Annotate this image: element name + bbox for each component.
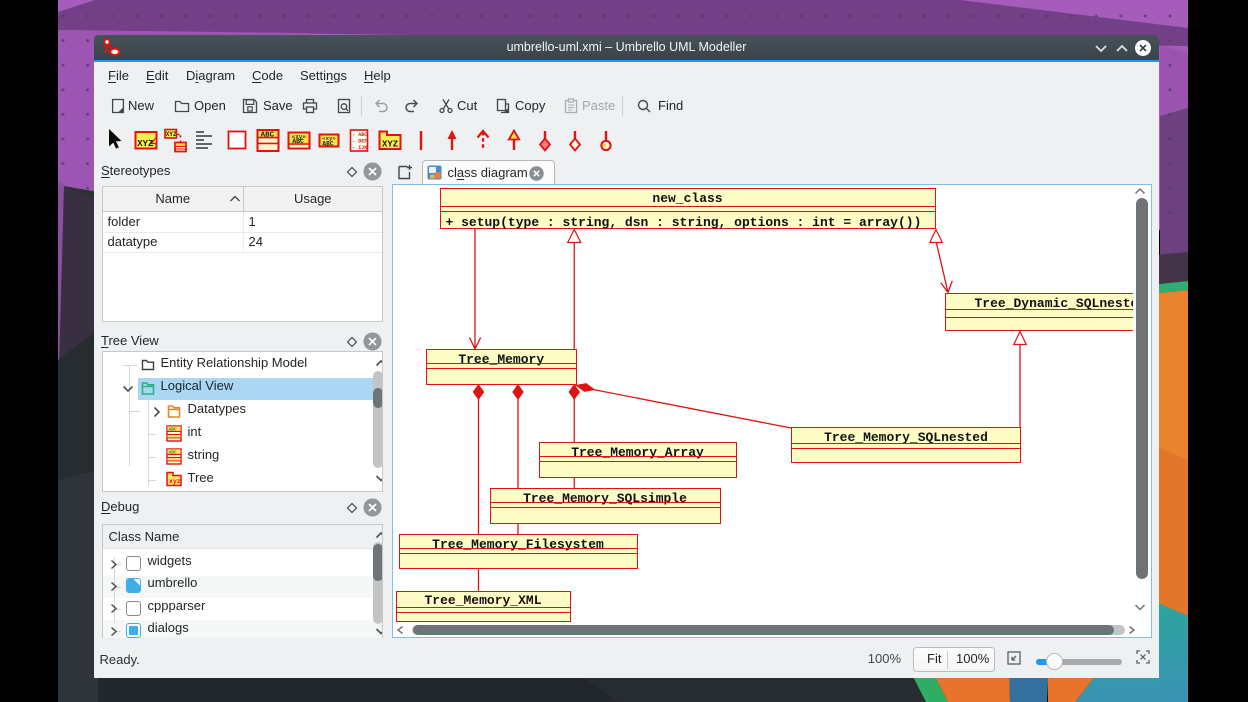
svg-text:ABC: ABC — [322, 141, 333, 148]
svg-text:XYZ: XYZ — [382, 140, 398, 150]
svg-text:XYZ: XYZ — [137, 139, 153, 149]
svg-text:- ABC: - ABC — [352, 132, 367, 138]
svg-text:- IJK: - IJK — [352, 145, 367, 151]
svg-text:xyz: xyz — [169, 478, 181, 485]
svg-text:- DEF: - DEF — [352, 139, 367, 145]
svg-text:XYZ: XYZ — [166, 131, 177, 138]
svg-text:ABC: ABC — [261, 132, 275, 140]
